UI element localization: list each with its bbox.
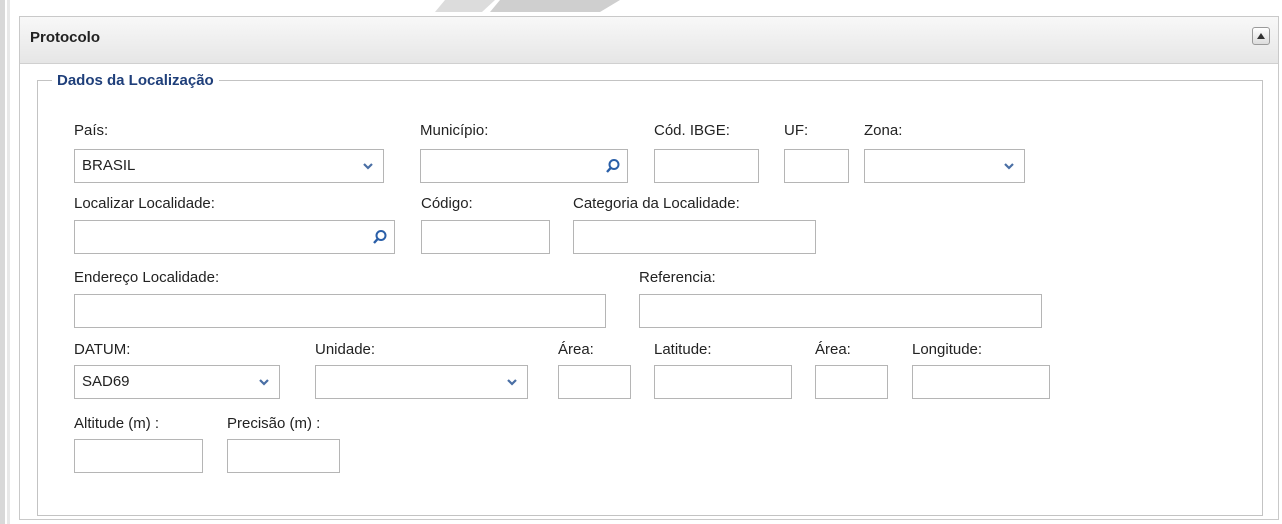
localizar-localidade-input[interactable]	[74, 220, 395, 254]
label-datum: DATUM:	[74, 341, 131, 358]
label-endereco-localidade: Endereço Localidade:	[74, 269, 220, 286]
chevron-down-icon	[497, 366, 527, 398]
label-referencia: Referencia:	[639, 269, 716, 286]
chevron-down-icon	[353, 150, 383, 182]
chevron-down-icon	[249, 366, 279, 398]
label-altitude: Altitude (m) :	[74, 415, 160, 432]
categoria-localidade-input[interactable]	[573, 220, 816, 254]
label-pais: País:	[74, 122, 109, 139]
triangle-up-icon	[1257, 33, 1265, 39]
panel-header: Protocolo	[20, 17, 1278, 64]
panel-title: Protocolo	[30, 29, 100, 46]
uf-input[interactable]	[784, 149, 849, 183]
label-uf: UF:	[784, 122, 809, 139]
label-area-longitude: Área:	[815, 341, 851, 358]
label-longitude: Longitude:	[912, 341, 983, 358]
zona-select[interactable]	[864, 149, 1025, 183]
area-longitude-input[interactable]	[815, 365, 888, 399]
municipio-input[interactable]	[420, 149, 628, 183]
datum-select-value: SAD69	[82, 373, 130, 390]
dados-localizacao-fieldset: Dados da Localização País: BRASIL Municí…	[37, 72, 1263, 516]
longitude-input[interactable]	[912, 365, 1050, 399]
top-decoration	[400, 0, 620, 14]
label-area-latitude: Área:	[558, 341, 594, 358]
collapse-button[interactable]	[1252, 27, 1270, 45]
label-zona: Zona:	[864, 122, 903, 139]
fieldset-legend: Dados da Localização	[57, 72, 214, 89]
label-localizar-localidade: Localizar Localidade:	[74, 195, 215, 212]
label-latitude: Latitude:	[654, 341, 712, 358]
left-edge-bar	[0, 0, 5, 524]
magnifier-icon[interactable]	[599, 150, 627, 182]
area-latitude-input[interactable]	[558, 365, 631, 399]
label-municipio: Município:	[420, 122, 489, 139]
pais-select[interactable]: BRASIL	[74, 149, 384, 183]
endereco-localidade-input[interactable]	[74, 294, 606, 328]
label-precisao: Precisão (m) :	[227, 415, 321, 432]
datum-select[interactable]: SAD69	[74, 365, 280, 399]
pais-select-value: BRASIL	[82, 157, 136, 174]
label-unidade: Unidade:	[315, 341, 376, 358]
label-categoria-localidade: Categoria da Localidade:	[573, 195, 740, 212]
chevron-down-icon	[994, 150, 1024, 182]
altitude-input[interactable]	[74, 439, 203, 473]
protocolo-panel: Protocolo Dados da Localização País: BRA…	[19, 16, 1279, 520]
codigo-input[interactable]	[421, 220, 550, 254]
label-cod-ibge: Cód. IBGE:	[654, 122, 730, 139]
left-edge-bar-inner	[7, 0, 10, 524]
precisao-input[interactable]	[227, 439, 340, 473]
referencia-input[interactable]	[639, 294, 1042, 328]
label-codigo: Código:	[421, 195, 473, 212]
cod-ibge-input[interactable]	[654, 149, 759, 183]
latitude-input[interactable]	[654, 365, 792, 399]
unidade-select[interactable]	[315, 365, 528, 399]
magnifier-icon[interactable]	[366, 221, 394, 253]
